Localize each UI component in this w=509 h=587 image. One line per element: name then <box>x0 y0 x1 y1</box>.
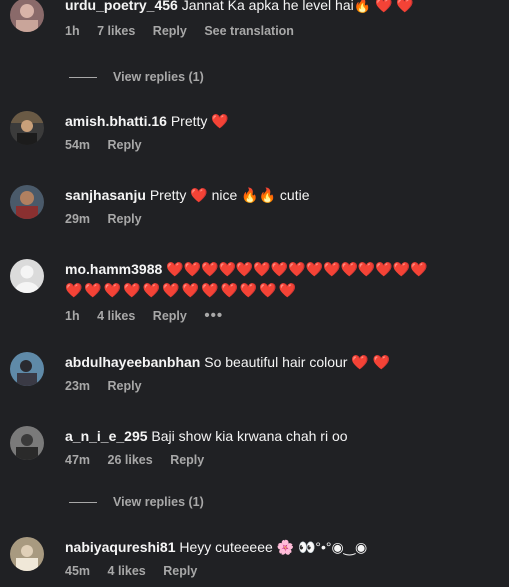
reply-button[interactable]: Reply <box>170 453 204 467</box>
comment-line: a_n_i_e_295 Baji show kia krwana chah ri… <box>65 426 499 447</box>
comment-meta: 1h 7 likes Reply See translation <box>65 24 499 38</box>
comment-username[interactable]: abdulhayeebanbhan <box>65 354 200 370</box>
comment-meta: 54m Reply <box>65 138 499 152</box>
reply-button[interactable]: Reply <box>108 138 142 152</box>
comment-username[interactable]: sanjhasanju <box>65 187 146 203</box>
comment-time: 54m <box>65 138 91 152</box>
comment-line: sanjhasanju Pretty ❤️ nice 🔥🔥 cutie <box>65 185 499 206</box>
view-replies-button[interactable]: View replies (1) <box>69 495 204 509</box>
comment-line: amish.bhatti.16 Pretty ❤️ <box>65 111 499 132</box>
view-replies-label: View replies (1) <box>113 70 204 84</box>
avatar[interactable] <box>10 0 44 32</box>
comment-text: Baji show kia krwana chah ri oo <box>151 428 348 444</box>
likes-count[interactable]: 4 likes <box>97 309 135 323</box>
avatar[interactable] <box>10 426 44 460</box>
comment-text-continued: ❤️❤️❤️❤️❤️❤️❤️❤️❤️❤️❤️❤️ <box>65 282 299 298</box>
comment-text: Pretty ❤️ nice 🔥🔥 cutie <box>149 187 310 203</box>
comment-time: 47m <box>65 453 91 467</box>
view-replies-button[interactable]: View replies (1) <box>69 70 204 84</box>
comment-line: mo.hamm3988 ❤️❤️❤️❤️❤️❤️❤️❤️❤️❤️❤️❤️❤️❤️… <box>65 259 499 280</box>
comment-line: urdu_poetry_456 Jannat Ka apka he level … <box>65 0 499 16</box>
reply-button[interactable]: Reply <box>153 309 187 323</box>
reply-button[interactable]: Reply <box>153 24 187 38</box>
comment-username[interactable]: a_n_i_e_295 <box>65 428 148 444</box>
likes-count[interactable]: 26 likes <box>108 453 153 467</box>
divider-dash <box>69 502 97 504</box>
comment-text: Pretty ❤️ <box>170 113 229 129</box>
divider-dash <box>69 77 97 79</box>
comment-time: 23m <box>65 379 91 393</box>
comment-time: 1h <box>65 309 80 323</box>
avatar[interactable] <box>10 185 44 219</box>
comment-time: 29m <box>65 212 91 226</box>
comment-text: So beautiful hair colour ❤️ ❤️ <box>204 354 391 370</box>
comment-username[interactable]: mo.hamm3988 <box>65 261 162 277</box>
comment-text: ❤️❤️❤️❤️❤️❤️❤️❤️❤️❤️❤️❤️❤️❤️❤️ <box>166 261 428 277</box>
avatar[interactable] <box>10 537 44 571</box>
comment-line: nabiyaqureshi81 Heyy cuteeeee 🌸 👀°•°◉‿◉ <box>65 537 499 558</box>
comment-meta: 29m Reply <box>65 212 499 226</box>
reply-button[interactable]: Reply <box>163 564 197 578</box>
avatar[interactable] <box>10 352 44 386</box>
comment-meta: 47m 26 likes Reply <box>65 453 499 467</box>
avatar-default[interactable] <box>10 259 44 293</box>
view-replies-label: View replies (1) <box>113 495 204 509</box>
comment-username[interactable]: amish.bhatti.16 <box>65 113 167 129</box>
comment-meta: 23m Reply <box>65 379 499 393</box>
comment-time: 1h <box>65 24 80 38</box>
comment-text: Heyy cuteeeee 🌸 👀°•°◉‿◉ <box>179 539 368 555</box>
comment-text: Jannat Ka apka he level hai🔥 ❤️ ❤️ <box>181 0 414 13</box>
comment-username[interactable]: urdu_poetry_456 <box>65 0 178 13</box>
avatar[interactable] <box>10 111 44 145</box>
likes-count[interactable]: 7 likes <box>97 24 135 38</box>
more-options-icon[interactable]: ••• <box>204 307 223 324</box>
likes-count[interactable]: 4 likes <box>108 564 146 578</box>
comment-meta: 45m 4 likes Reply <box>65 564 499 578</box>
see-translation-link[interactable]: See translation <box>204 24 294 38</box>
comment-time: 45m <box>65 564 91 578</box>
comment-line: abdulhayeebanbhan So beautiful hair colo… <box>65 352 499 373</box>
reply-button[interactable]: Reply <box>108 379 142 393</box>
reply-button[interactable]: Reply <box>108 212 142 226</box>
comment-username[interactable]: nabiyaqureshi81 <box>65 539 176 555</box>
comment-meta: 1h 4 likes Reply ••• <box>65 307 499 324</box>
